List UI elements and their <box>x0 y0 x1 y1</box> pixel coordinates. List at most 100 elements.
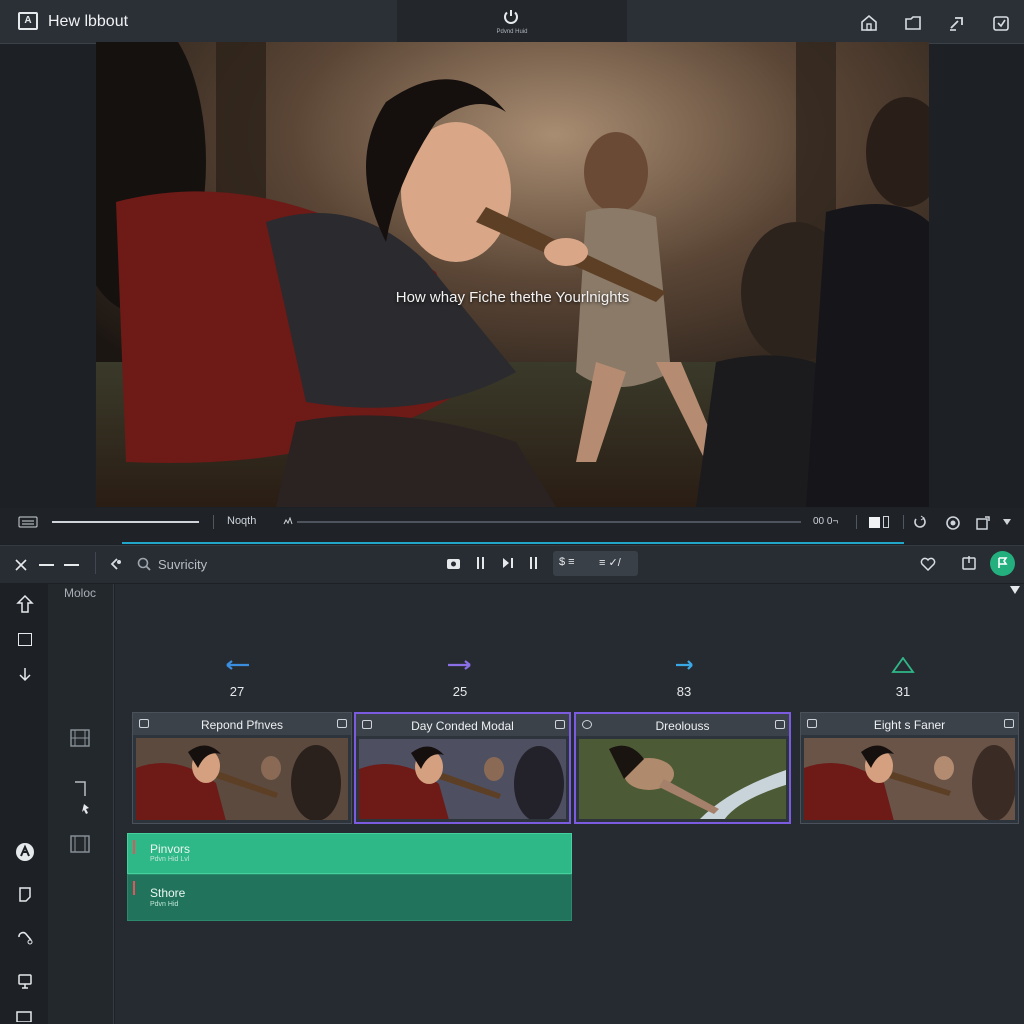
video-editor-window: A Hew lbbout Pdvnd Huid How whay Fiche t… <box>0 0 1024 1024</box>
flag-icon <box>998 557 1008 568</box>
camera-icon[interactable] <box>446 556 461 570</box>
download-icon[interactable] <box>17 667 33 683</box>
film-strip-icon[interactable] <box>70 729 90 747</box>
separator <box>213 515 214 529</box>
clip-thumbnail <box>579 739 786 819</box>
pause-icon[interactable] <box>529 557 539 569</box>
save-icon[interactable] <box>961 555 977 571</box>
link-icon[interactable] <box>108 557 122 571</box>
minimize-icon[interactable] <box>64 564 79 566</box>
app-title: Hew lbbout <box>48 13 129 30</box>
separator <box>903 515 904 529</box>
clip-2[interactable]: Day Conded Modal <box>354 712 571 824</box>
arrow-right-icon <box>676 660 693 670</box>
arrow-right-icon <box>448 660 471 670</box>
clip-title: Dreolouss <box>655 719 710 733</box>
subtitle-text: How whay Fiche thethe Yourlnights <box>395 289 630 306</box>
separator <box>95 552 96 574</box>
square-icon[interactable] <box>18 633 32 646</box>
triangle-icon <box>891 656 915 673</box>
settings-icon[interactable] <box>945 515 961 531</box>
clip-thumbnail <box>804 738 1015 820</box>
mode-left[interactable]: $ ≡ <box>559 556 575 568</box>
clip-menu-icon[interactable] <box>555 720 565 729</box>
upload-icon[interactable] <box>16 594 34 614</box>
track-subtitle: Pdvn Hid <box>150 901 179 908</box>
loop-icon[interactable] <box>913 515 927 529</box>
mode-right[interactable]: ≡ ✓/ <box>599 556 621 569</box>
link-icon[interactable] <box>16 929 34 947</box>
note-icon[interactable] <box>16 885 34 903</box>
title-center-panel: Pdvnd Huid <box>397 0 627 44</box>
arrow-left-icon <box>226 660 249 670</box>
clip-title: Repond Pfnves <box>200 718 284 732</box>
skip-forward-icon[interactable] <box>502 557 514 569</box>
playhead-marker-icon[interactable] <box>1010 586 1020 594</box>
scrub-track[interactable] <box>297 521 801 523</box>
tool-rail <box>0 584 48 1024</box>
home-icon[interactable] <box>858 12 880 34</box>
clip-thumbnail <box>359 739 566 819</box>
stop-button[interactable] <box>869 517 880 528</box>
crop-icon[interactable] <box>975 515 991 531</box>
marker-1[interactable]: 27 <box>217 657 257 699</box>
cursor-icon[interactable] <box>73 780 91 814</box>
clip-header: Day Conded Modal <box>356 714 569 736</box>
brand-icon[interactable] <box>15 842 35 862</box>
publish-button[interactable] <box>990 551 1015 576</box>
clip-1[interactable]: Repond Pfnves <box>132 712 352 824</box>
clip-menu-icon[interactable] <box>1004 719 1014 728</box>
track-marker <box>133 881 135 895</box>
center-label: Pdvnd Huid <box>496 29 528 35</box>
marker-value: 31 <box>895 684 911 699</box>
chevron-down-icon[interactable] <box>1003 519 1011 525</box>
marker-4[interactable]: 31 <box>883 656 923 699</box>
clip-4[interactable]: Eight s Faner <box>800 712 1019 824</box>
clip-3[interactable]: Dreolouss <box>574 712 791 824</box>
clip-title: Eight s Faner <box>873 718 946 732</box>
video-preview[interactable]: How whay Fiche thethe Yourlnights <box>96 42 929 507</box>
track-subtitle: Pdvn Hid Lvl <box>150 856 190 863</box>
clip-menu-icon[interactable] <box>337 719 347 728</box>
title-bar: A Hew lbbout Pdvnd Huid <box>0 0 1024 44</box>
timecode: 00 0¬ <box>813 516 839 527</box>
separator <box>856 515 857 529</box>
power-icon[interactable] <box>502 8 520 26</box>
heart-icon[interactable] <box>920 557 936 571</box>
film-strip-icon[interactable] <box>70 835 90 853</box>
clip-header: Eight s Faner <box>801 713 1018 735</box>
marker-value: 25 <box>452 684 468 699</box>
track-marker <box>133 840 135 854</box>
clip-header: Dreolouss <box>576 714 789 736</box>
keyboard-icon[interactable] <box>18 516 38 528</box>
audio-track-2[interactable]: Sthore Pdvn Hid <box>127 874 572 921</box>
preview-frame-image <box>96 42 929 507</box>
search-icon[interactable] <box>137 557 152 572</box>
track-name: Pinvors <box>150 842 191 856</box>
marker-value: 83 <box>676 684 692 699</box>
minimize-icon[interactable] <box>39 564 54 566</box>
clip-menu-icon[interactable] <box>775 720 785 729</box>
edit-mode-group[interactable]: $ ≡ ≡ ✓/ <box>553 551 638 576</box>
waveform-icon <box>283 517 293 525</box>
search-input[interactable]: Suvricity <box>158 557 207 572</box>
export-icon[interactable] <box>990 12 1012 34</box>
frame-step-button[interactable] <box>883 516 889 528</box>
monitor-icon[interactable] <box>16 972 34 990</box>
close-icon[interactable] <box>14 558 28 572</box>
marker-3[interactable]: 83 <box>664 657 704 699</box>
folder-icon[interactable] <box>902 12 924 34</box>
panel-label: Moloc <box>64 586 97 600</box>
marker-2[interactable]: 25 <box>440 657 480 699</box>
clip-thumbnail <box>136 738 348 820</box>
audio-track-1[interactable]: Pinvors Pdvn Hid Lvl <box>127 833 572 874</box>
title-actions <box>858 12 1012 34</box>
clip-title: Day Conded Modal <box>411 719 514 733</box>
share-icon[interactable] <box>946 12 968 34</box>
volume-slider[interactable] <box>52 521 199 523</box>
app-logo-icon[interactable]: A <box>18 12 38 30</box>
film-icon[interactable] <box>16 1010 32 1022</box>
pause-icon[interactable] <box>476 557 486 569</box>
playback-progress[interactable] <box>122 542 904 544</box>
track-name: Sthore <box>150 886 186 900</box>
